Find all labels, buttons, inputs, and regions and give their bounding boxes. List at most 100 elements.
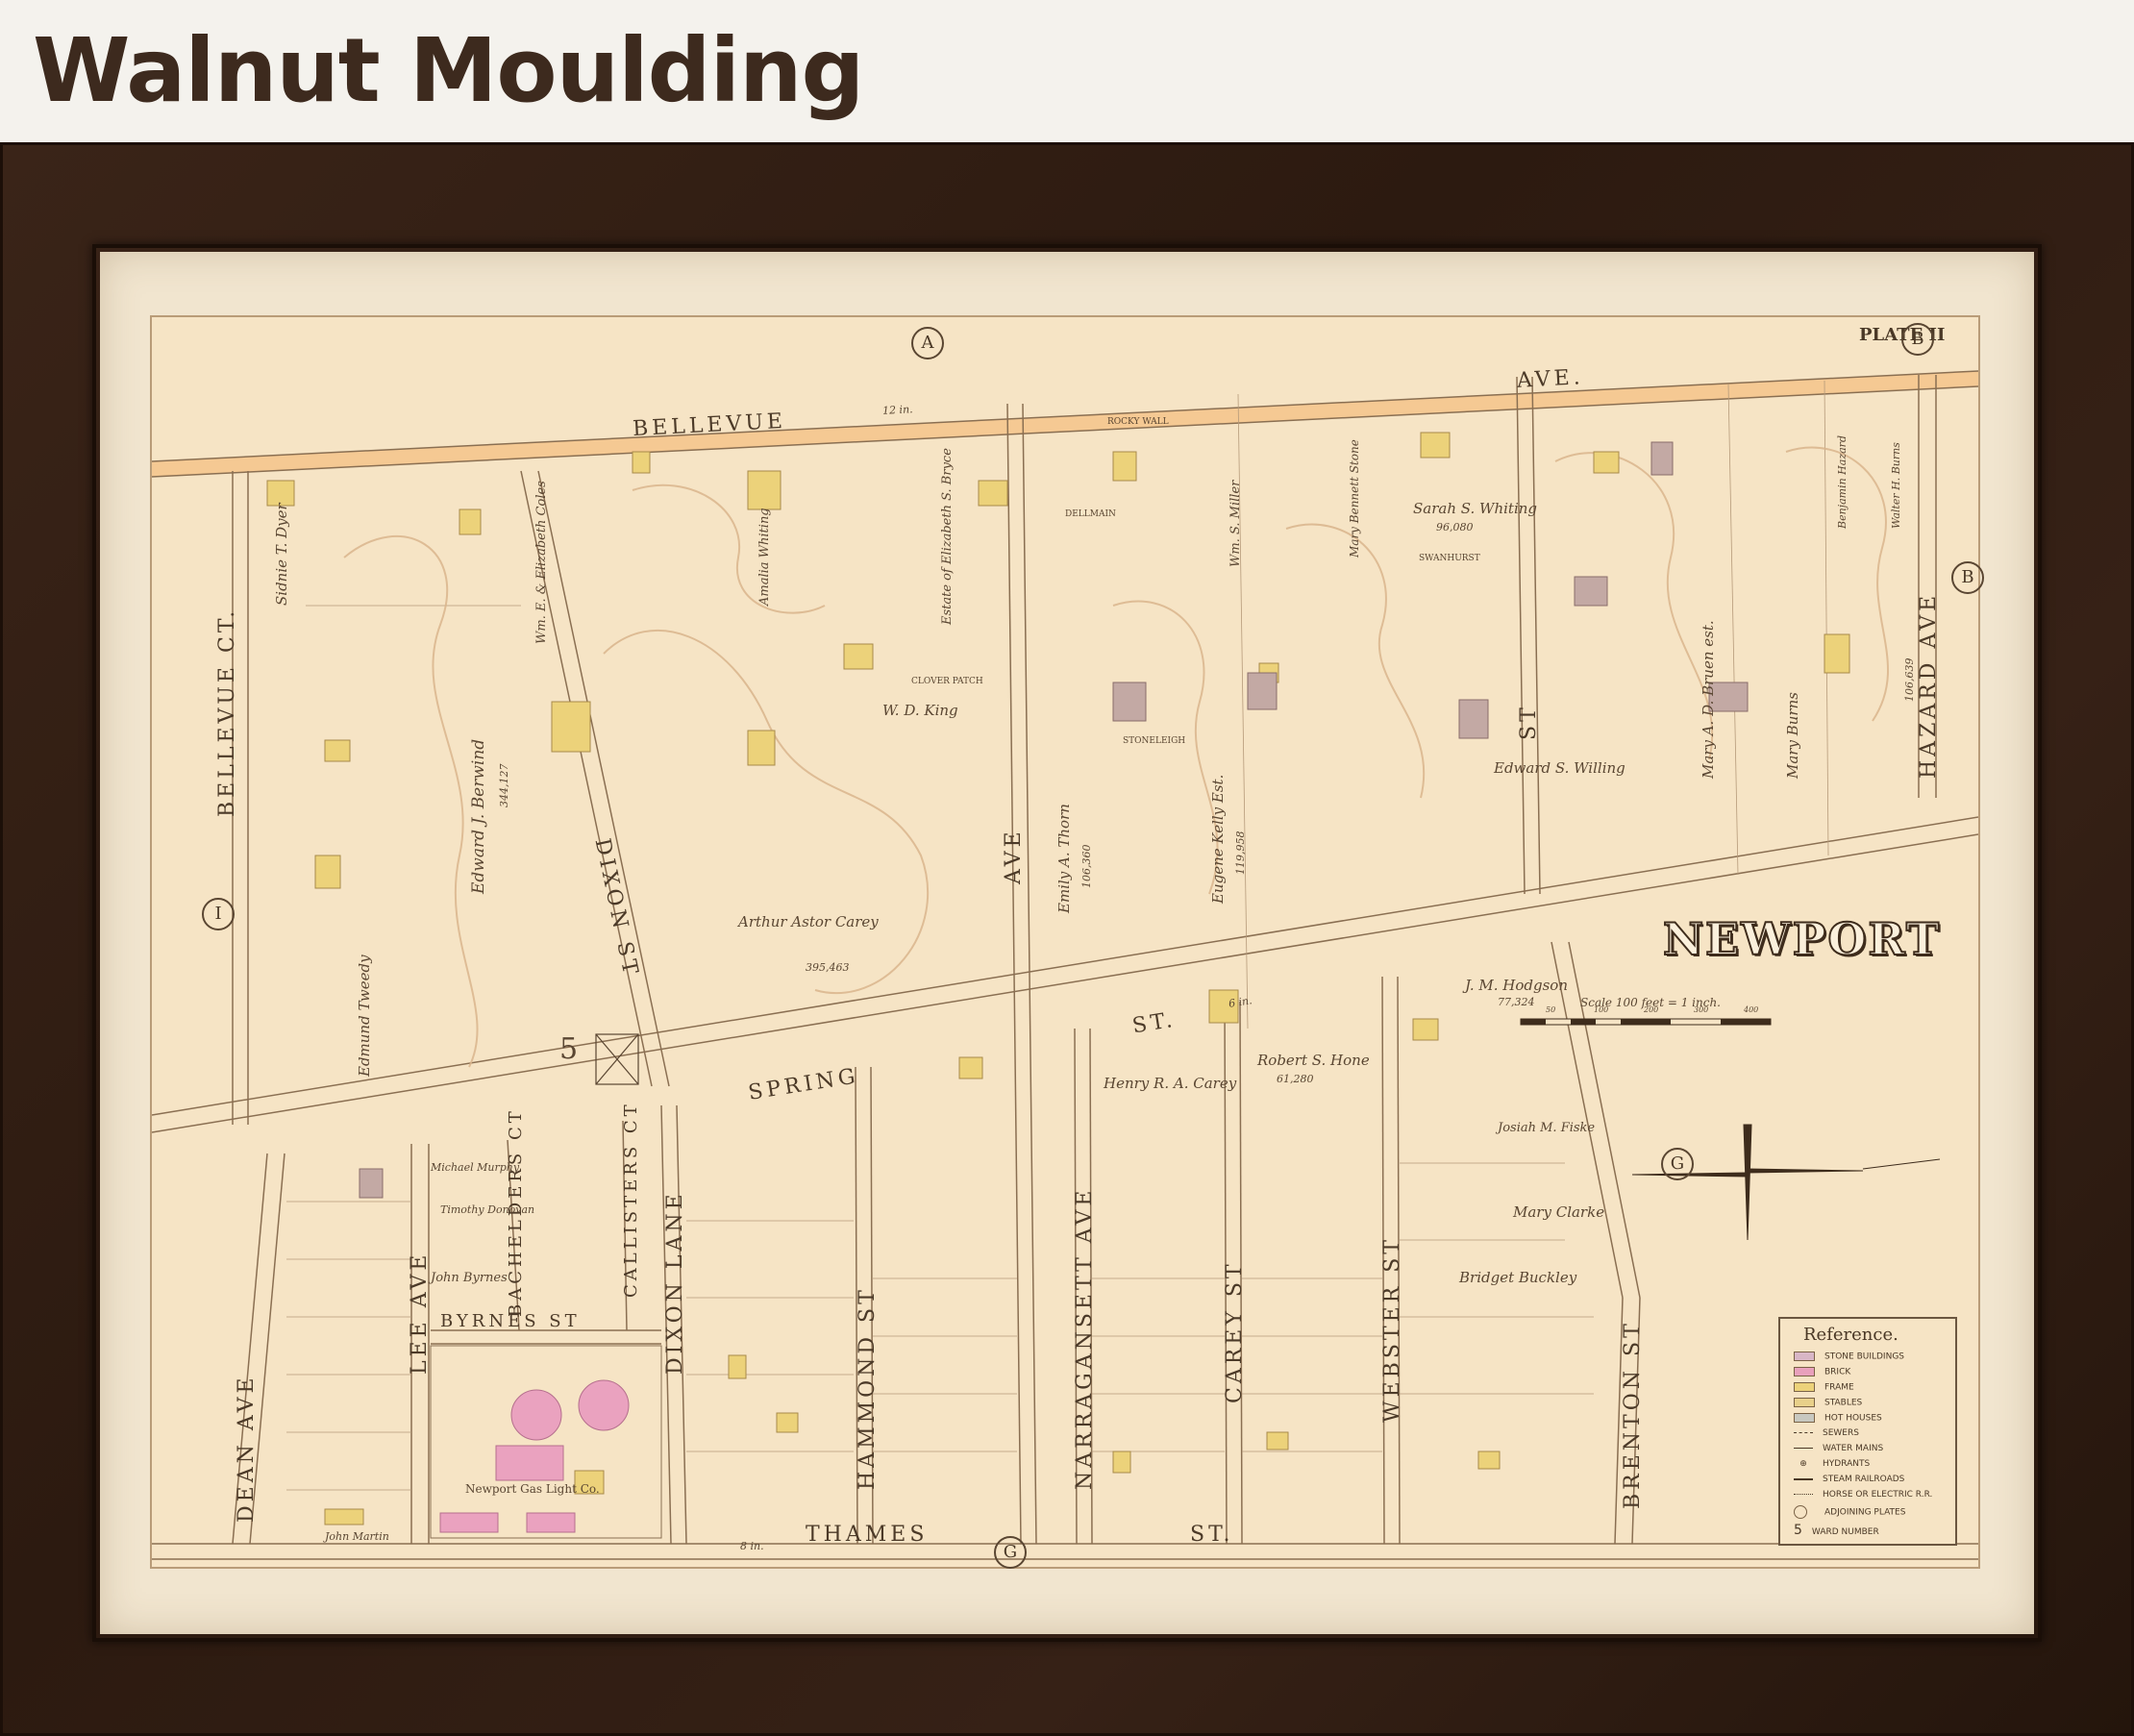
estate-clover-patch: CLOVER PATCH bbox=[911, 677, 983, 686]
scale-tick-2: 100 bbox=[1594, 1005, 1609, 1014]
adjoining-plate-g-right: G bbox=[1661, 1148, 1694, 1180]
brick-buildings bbox=[439, 1379, 630, 1533]
street-thames-st: ST. bbox=[1190, 1523, 1234, 1547]
legend-frame: FRAME bbox=[1794, 1382, 1854, 1393]
street-carey-st: CAREY ST bbox=[1223, 1260, 1247, 1403]
hot-houses-swatch-icon bbox=[1794, 1413, 1815, 1423]
area-thorn: 106,360 bbox=[1080, 844, 1093, 889]
street-lee-ave: LEE AVE bbox=[408, 1251, 432, 1375]
owner-burns-walter: Walter H. Burns bbox=[1890, 442, 1902, 529]
city-title: NEWPORT bbox=[1662, 912, 1942, 966]
street-ave-mid: AVE bbox=[1002, 828, 1026, 884]
owner-clarke: Mary Clarke bbox=[1513, 1203, 1605, 1221]
frame-buildings bbox=[266, 432, 1850, 1525]
bellevue-north-line bbox=[152, 370, 1978, 462]
street-st-right: ST bbox=[1517, 704, 1541, 740]
legend-ward: 5 WARD NUMBER bbox=[1794, 1523, 1879, 1538]
ward-number-sample: 5 bbox=[1794, 1523, 1802, 1538]
owner-kelly: Eugene Kelly Est. bbox=[1209, 774, 1227, 904]
frame-swatch-icon bbox=[1794, 1382, 1815, 1392]
owner-bryce: Estate of Elizabeth S. Bryce bbox=[940, 448, 955, 625]
scale-tick-1: 50 bbox=[1546, 1005, 1556, 1014]
estate-dellmain: DELLMAIN bbox=[1065, 509, 1116, 519]
bellevue-ave-tint bbox=[152, 371, 1978, 477]
owner-sidnie-dyer: Sidnie T. Dyer bbox=[273, 503, 290, 606]
gas-light-lot bbox=[430, 1345, 662, 1539]
owner-buckley: Bridget Buckley bbox=[1459, 1269, 1577, 1286]
owner-byrnes: John Byrnes bbox=[431, 1271, 508, 1285]
owner-willing: Edward S. Willing bbox=[1494, 759, 1625, 777]
ave-mid-east bbox=[1022, 403, 1037, 1545]
adjoining-plate-g-bottom: G bbox=[994, 1536, 1027, 1569]
estate-stoneleigh: STONELEIGH bbox=[1123, 736, 1186, 746]
legend-hot-houses: HOT HOUSES bbox=[1794, 1413, 1882, 1424]
page-header: Walnut Moulding bbox=[0, 0, 2134, 142]
area-kelly: 119,958 bbox=[1234, 831, 1247, 876]
st-right-east bbox=[1531, 376, 1541, 895]
stables-swatch-icon bbox=[1794, 1398, 1815, 1407]
horse-rr-line-icon bbox=[1794, 1494, 1813, 1495]
owner-hodgson: J. M. Hodgson bbox=[1465, 977, 1568, 994]
brick-swatch-icon bbox=[1794, 1367, 1815, 1376]
scale-bar bbox=[1520, 1018, 1772, 1026]
ward-number: 5 bbox=[559, 1032, 579, 1066]
street-bellevue-ave: AVE. bbox=[1516, 365, 1585, 393]
street-byrnes-st: BYRNES ST bbox=[440, 1311, 581, 1331]
legend-stables: STABLES bbox=[1794, 1398, 1862, 1408]
legend-steam-rr: STEAM RAILROADS bbox=[1794, 1475, 1904, 1484]
owner-whiting-sarah: Sarah S. Whiting bbox=[1413, 500, 1538, 517]
owner-miller: Wm. S. Miller bbox=[1228, 480, 1243, 567]
legend-hydrants: ⊕ HYDRANTS bbox=[1794, 1459, 1870, 1469]
legend-horse-rr: HORSE OR ELECTRIC R.R. bbox=[1794, 1490, 1932, 1500]
map-legend: Reference. STONE BUILDINGS BRICK FRAME S… bbox=[1778, 1317, 1957, 1546]
area-berwind: 344,127 bbox=[498, 763, 510, 808]
area-burns: 106,639 bbox=[1903, 657, 1916, 703]
street-bellevue-ct: BELLEVUE CT. bbox=[215, 607, 239, 817]
adjoining-plate-i: I bbox=[202, 898, 235, 930]
area-hodgson: 77,324 bbox=[1498, 996, 1535, 1008]
owner-fiske: Josiah M. Fiske bbox=[1498, 1121, 1596, 1135]
adjoining-plate-a: A bbox=[911, 327, 944, 360]
page-title: Walnut Moulding bbox=[33, 19, 864, 122]
street-webster-st: WEBSTER ST bbox=[1380, 1236, 1404, 1423]
dixon-st-east bbox=[537, 470, 670, 1087]
adjoining-plate-icon bbox=[1794, 1505, 1807, 1519]
owner-whiting-amalia: Amalia Whiting bbox=[757, 508, 772, 606]
area-carey: 395,463 bbox=[806, 961, 850, 974]
owner-berwind: Edward J. Berwind bbox=[469, 738, 488, 894]
street-hazard-ave: HAZARD AVE bbox=[1917, 591, 1941, 779]
adjoining-plate-b-top: B bbox=[1901, 323, 1934, 356]
legend-stone: STONE BUILDINGS bbox=[1794, 1352, 1904, 1362]
street-dixon-lane: DIXON LANE bbox=[663, 1190, 687, 1375]
area-whiting: 96,080 bbox=[1436, 521, 1474, 533]
hydrant-icon: ⊕ bbox=[1799, 1458, 1807, 1469]
water-main-line-icon bbox=[1794, 1448, 1813, 1449]
picture-frame: PLATE II A B B I G G BELLEVUE 12 in. AVE… bbox=[0, 142, 2134, 1736]
owner-martin: John Martin bbox=[325, 1530, 389, 1543]
street-narragansett-ave: NARRAGANSETT AVE bbox=[1073, 1186, 1097, 1491]
area-hone: 61,280 bbox=[1277, 1073, 1314, 1085]
railroad-line-icon bbox=[1794, 1477, 1813, 1480]
map-sheet: PLATE II A B B I G G BELLEVUE 12 in. AVE… bbox=[150, 315, 1984, 1569]
garden-paths bbox=[343, 446, 1889, 1068]
sewer-line-icon bbox=[1794, 1432, 1813, 1433]
scale-tick-4: 300 bbox=[1694, 1005, 1709, 1014]
owner-thorn: Emily A. Thorn bbox=[1055, 804, 1073, 913]
adjoining-plate-b-right: B bbox=[1951, 561, 1984, 594]
owner-carey-arthur: Arthur Astor Carey bbox=[738, 913, 879, 930]
owner-donovan: Timothy Donovan bbox=[440, 1203, 535, 1216]
owner-carey-henry: Henry R. A. Carey bbox=[1104, 1075, 1237, 1092]
scale-tick-5: 400 bbox=[1744, 1005, 1759, 1014]
street-dean-ave: DEAN AVE bbox=[235, 1374, 259, 1523]
owner-hone: Robert S. Hone bbox=[1257, 1052, 1370, 1069]
st-right-west bbox=[1516, 376, 1526, 895]
street-hammond-st: HAMMOND ST bbox=[856, 1286, 880, 1490]
compass-icon bbox=[1631, 1124, 1941, 1241]
legend-brick: BRICK bbox=[1794, 1367, 1850, 1377]
street-thames-width: 8 in. bbox=[740, 1540, 764, 1552]
scale-tick-3: 200 bbox=[1644, 1005, 1659, 1014]
owner-hazard: Benjamin Hazard bbox=[1836, 435, 1849, 529]
street-callisters-ct: CALLISTERS CT bbox=[621, 1101, 641, 1298]
owner-coles: Wm. E. & Elizabeth Coles bbox=[534, 481, 549, 644]
owner-gas-light: Newport Gas Light Co. bbox=[465, 1482, 600, 1496]
